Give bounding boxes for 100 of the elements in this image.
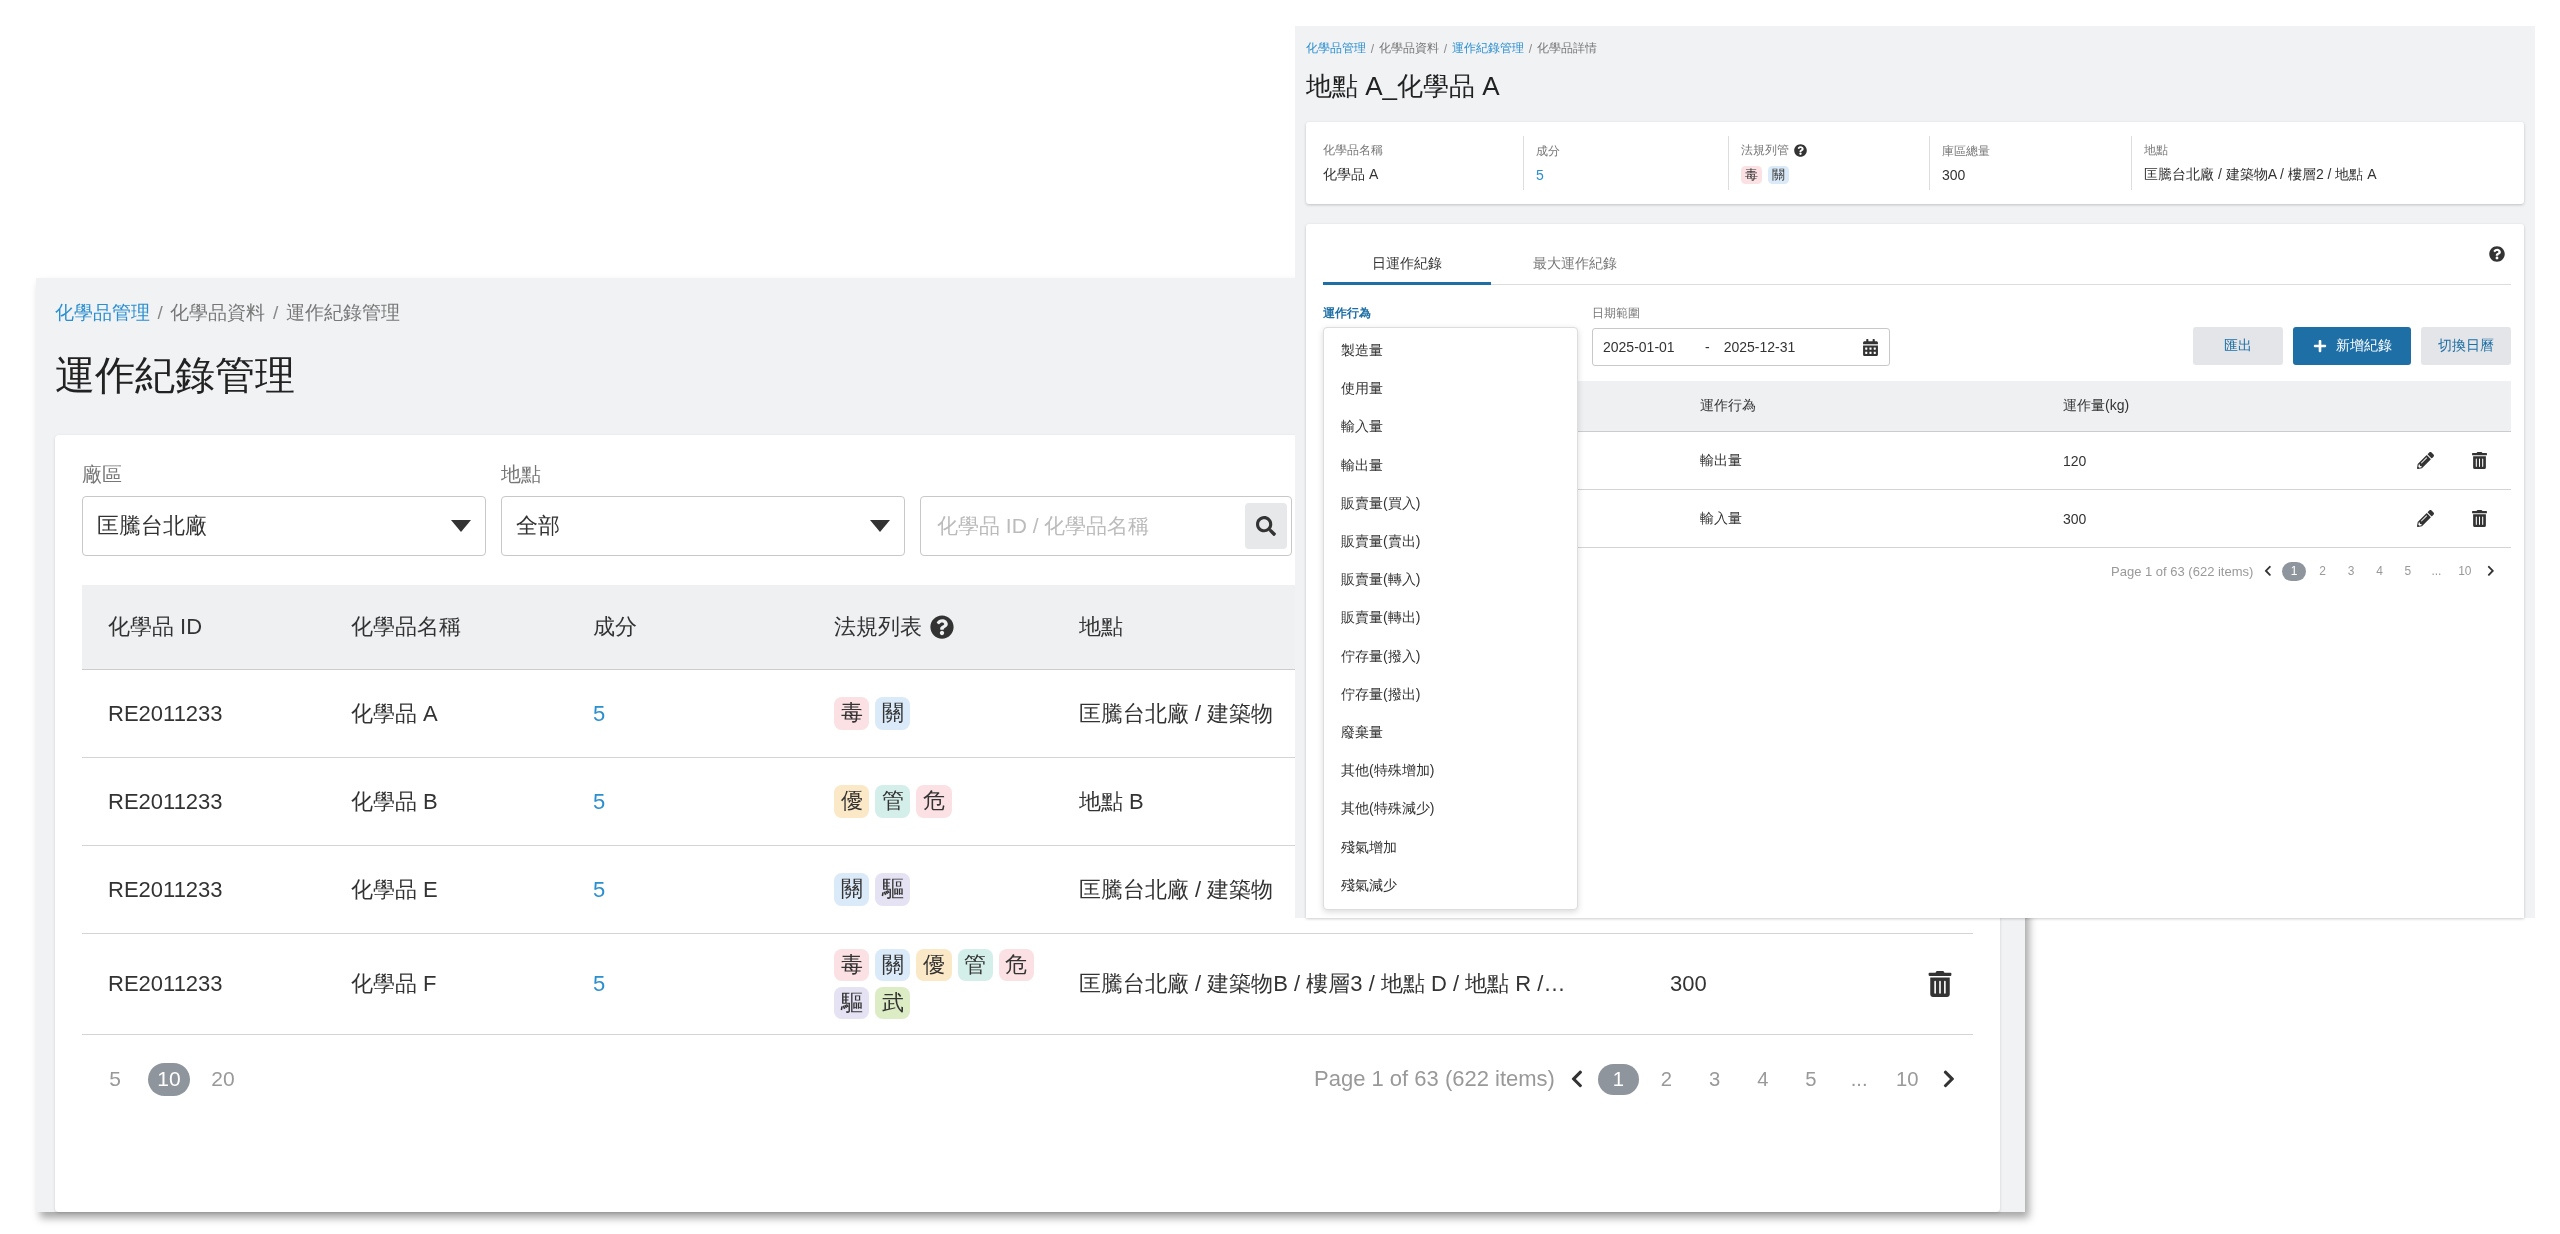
column-header: 法規列表: [834, 613, 922, 641]
help-icon[interactable]: [930, 615, 954, 639]
delete-icon[interactable]: [1927, 971, 1953, 997]
breadcrumb-separator: /: [1370, 41, 1375, 56]
table-cell-text: 匡騰台北廠 / 建築物: [1079, 875, 1274, 904]
dropdown-option[interactable]: 製造量: [1324, 332, 1577, 371]
component-link[interactable]: 5: [593, 700, 606, 727]
table-cell-text: 化學品 E: [351, 875, 438, 904]
calendar-icon[interactable]: [1862, 338, 1879, 356]
info-label: 成分: [1536, 143, 1560, 160]
dropdown-option[interactable]: 殘氣增加: [1324, 828, 1577, 867]
table-cell: RE2011233: [108, 971, 223, 997]
dropdown-option[interactable]: 佇存量(撥出): [1324, 675, 1577, 714]
add-record-button[interactable]: 新增紀錄: [2293, 327, 2411, 365]
filter-label: 運作行為: [1323, 305, 1372, 322]
dropdown-option[interactable]: 其他(特殊增加): [1324, 752, 1577, 791]
breadcrumb-separator: /: [1528, 41, 1532, 56]
page-summary: Page 1 of 63 (622 items): [2111, 563, 2254, 579]
caret-icon: [870, 520, 890, 532]
column-header: 化學品名稱: [351, 613, 461, 641]
page-button[interactable]: ...: [2424, 562, 2449, 581]
regulation-tag: 關: [1767, 165, 1789, 185]
table-cell: RE2011233: [108, 876, 223, 903]
page-button[interactable]: 10: [2452, 562, 2477, 581]
date-range-field[interactable]: 2025-01-01 - 2025-12-31: [1592, 328, 1890, 366]
page-button[interactable]: 2: [2310, 562, 2335, 581]
help-icon[interactable]: [1794, 143, 1807, 157]
delete-icon[interactable]: [2471, 452, 2488, 469]
breadcrumb-separator: /: [1443, 41, 1448, 56]
column-header: 化學品 ID: [108, 613, 203, 641]
page-size-option[interactable]: 20: [202, 1063, 244, 1096]
select-field[interactable]: 全部: [501, 496, 905, 556]
page-title: 地點 A_化學品 A: [1306, 70, 1500, 103]
page-button[interactable]: 5: [1790, 1063, 1832, 1095]
dropdown-option[interactable]: 販賣量(轉入): [1324, 561, 1577, 600]
table-cell-text: 匡騰台北廠 / 建築物: [1079, 699, 1274, 728]
select-field[interactable]: 匡騰台北廠: [82, 496, 486, 556]
info-value: 匡騰台北廠 / 建築物A / 樓層2 / 地點 A: [2144, 166, 2378, 184]
tab[interactable]: 最大運作紀錄: [1491, 245, 1659, 285]
caret-icon: [451, 520, 471, 532]
page-button[interactable]: 4: [1742, 1063, 1784, 1095]
page-button[interactable]: 1: [1598, 1063, 1639, 1095]
table-cell: 輸入量: [1700, 509, 1742, 528]
page-button[interactable]: 3: [1694, 1063, 1735, 1095]
page-size-option[interactable]: 10: [148, 1063, 190, 1096]
table-cell-text: 匡騰台北廠 / 建築物B / 樓層3 / 地點 D / 地點 R /…: [1079, 970, 1566, 998]
info-label: 法規列管: [1741, 141, 1789, 159]
dropdown-option[interactable]: 販賣量(買入): [1324, 484, 1577, 523]
dropdown-option[interactable]: 販賣量(賣出): [1324, 522, 1577, 562]
info-value: 化學品 A: [1323, 166, 1380, 184]
page-button[interactable]: 5: [2395, 562, 2420, 581]
breadcrumb-item: 運作紀錄管理: [285, 301, 400, 325]
column-header: 成分: [593, 613, 637, 641]
component-link[interactable]: 5: [593, 788, 606, 815]
action-button[interactable]: 切換日曆: [2421, 327, 2511, 365]
breadcrumb-link[interactable]: 運作紀錄管理: [1451, 40, 1524, 57]
dropdown-option[interactable]: 輸出量: [1324, 446, 1577, 485]
page-button[interactable]: 3: [2339, 562, 2363, 581]
table-cell-text: 化學品 B: [351, 787, 438, 816]
page-button[interactable]: ...: [1838, 1063, 1880, 1095]
page-button[interactable]: 2: [1646, 1063, 1687, 1095]
tab[interactable]: 日運作紀錄: [1323, 245, 1491, 285]
search-button[interactable]: [1245, 503, 1287, 549]
dropdown-option[interactable]: 販賣量(轉出): [1324, 599, 1577, 638]
next-page-icon[interactable]: [2485, 565, 2497, 578]
info-label: 化學品名稱: [1323, 142, 1383, 159]
plus-icon: [2312, 339, 2327, 353]
breadcrumb-item: 化學品詳情: [1536, 40, 1597, 57]
info-label: 庫區總量: [1942, 143, 1990, 160]
search-field[interactable]: 化學品 ID / 化學品名稱: [920, 496, 1292, 556]
date-input[interactable]: 2025-12-31: [1723, 339, 1812, 355]
table-cell: 300: [2063, 510, 2087, 527]
dropdown-option[interactable]: 殘氣減少: [1324, 866, 1577, 905]
component-link[interactable]: 5: [1536, 167, 1728, 183]
help-icon[interactable]: [2489, 246, 2505, 262]
dropdown-option[interactable]: 其他(特殊減少): [1324, 790, 1577, 829]
page-title: 運作紀錄管理: [55, 352, 295, 399]
breadcrumb-separator: /: [273, 302, 279, 324]
edit-icon[interactable]: [2417, 452, 2434, 469]
regulation-tag: 管: [875, 785, 911, 818]
breadcrumb-link[interactable]: 化學品管理: [1306, 40, 1366, 57]
action-button[interactable]: 匯出: [2193, 327, 2283, 365]
component-link[interactable]: 5: [593, 971, 606, 997]
edit-icon[interactable]: [2417, 510, 2434, 527]
regulation-tag: 危: [998, 948, 1034, 981]
dropdown-option[interactable]: 使用量: [1324, 370, 1577, 409]
page-button[interactable]: 1: [2282, 562, 2307, 581]
dropdown-option[interactable]: 廢棄量: [1324, 713, 1577, 753]
date-input[interactable]: 2025-01-01: [1603, 339, 1691, 355]
breadcrumb-item: 化學品資料: [1378, 40, 1439, 57]
component-link[interactable]: 5: [593, 876, 606, 903]
dropdown-option[interactable]: 佇存量(撥入): [1324, 637, 1577, 676]
page-size-option[interactable]: 5: [94, 1063, 136, 1096]
breadcrumb-link[interactable]: 化學品管理: [55, 300, 150, 326]
page-button[interactable]: 10: [1887, 1063, 1928, 1095]
date-separator: -: [1705, 339, 1710, 355]
dropdown-option[interactable]: 輸入量: [1324, 408, 1577, 447]
regulation-tag: 驅: [834, 987, 870, 1020]
page-button[interactable]: 4: [2367, 562, 2392, 581]
delete-icon[interactable]: [2471, 510, 2488, 527]
